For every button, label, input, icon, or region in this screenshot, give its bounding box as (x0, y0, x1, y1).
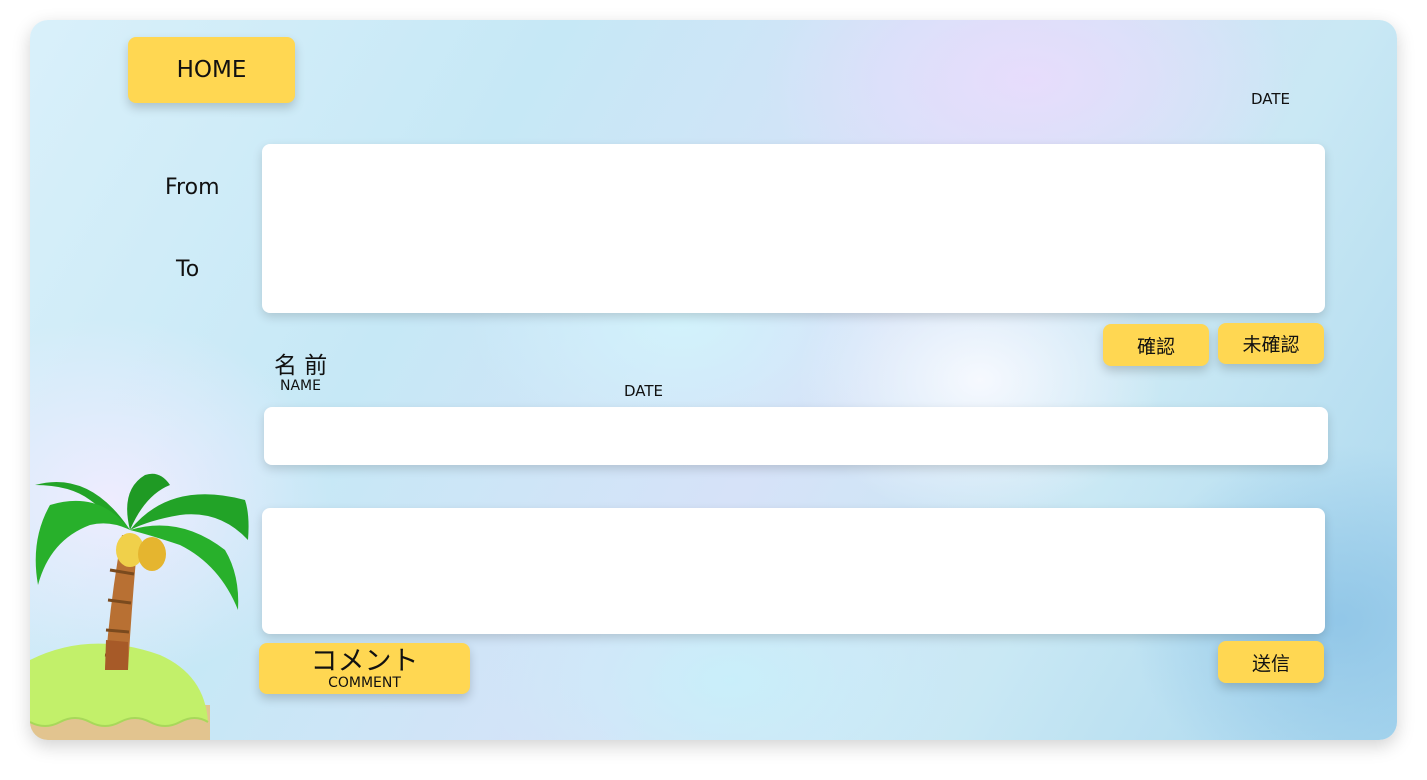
name-date: DATE (624, 382, 664, 400)
app-window: HOME DATE From To 確認 未確認 名 前 NAME DATE コ… (30, 20, 1397, 740)
name-field[interactable] (264, 407, 1328, 465)
from-to-field[interactable] (262, 144, 1325, 313)
palm-tree-island-icon (30, 473, 249, 740)
comment-button[interactable]: コメント COMMENT (259, 643, 470, 694)
unconfirmed-button-label: 未確認 (1242, 334, 1300, 356)
comment-field[interactable] (262, 508, 1325, 634)
name-title: 名 前 (274, 353, 328, 379)
confirmed-button[interactable]: 確認 (1103, 324, 1209, 366)
comment-button-label: コメント (310, 645, 419, 677)
submit-button[interactable]: 送信 (1218, 641, 1324, 683)
header-date: DATE (1251, 90, 1291, 108)
confirmed-button-label: 確認 (1136, 335, 1175, 358)
submit-button-label: 送信 (1251, 652, 1290, 675)
home-button-label: HOME (176, 57, 247, 83)
to-label: To (176, 257, 200, 282)
unconfirmed-button[interactable]: 未確認 (1218, 323, 1324, 364)
from-label: From (165, 175, 220, 200)
name-subtitle: NAME (280, 378, 321, 394)
comment-button-sublabel: COMMENT (328, 674, 401, 691)
home-button[interactable]: HOME (128, 37, 295, 103)
